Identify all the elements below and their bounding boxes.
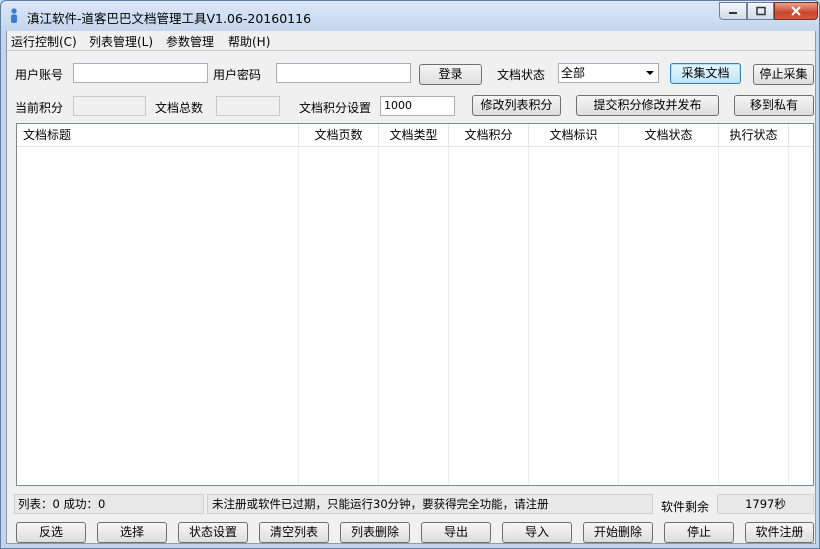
close-button[interactable] [774, 2, 818, 20]
column-doc-pages[interactable]: 文档页数 [299, 124, 379, 146]
total-docs-field [216, 96, 280, 116]
column-doc-status[interactable]: 文档状态 [619, 124, 719, 146]
register-software-button[interactable]: 软件注册 [745, 522, 814, 543]
column-divider [448, 146, 449, 485]
submit-publish-button[interactable]: 提交积分修改并发布 [576, 95, 719, 116]
points-setting-label: 文档积分设置 [299, 101, 372, 115]
menu-run-control[interactable]: 运行控制(C) [11, 33, 77, 50]
menu-help[interactable]: 帮助(H) [228, 33, 270, 50]
move-private-button[interactable]: 移到私有 [734, 95, 814, 116]
login-button[interactable]: 登录 [419, 64, 482, 85]
menu-parameters[interactable]: 参数管理 [166, 33, 214, 50]
person-icon [11, 8, 17, 23]
points-setting-input[interactable]: 1000 [380, 96, 455, 116]
modify-points-button[interactable]: 修改列表积分 [472, 95, 561, 116]
column-doc-title[interactable]: 文档标题 [17, 124, 299, 146]
maximize-button[interactable] [747, 2, 774, 20]
column-divider [718, 146, 719, 485]
close-icon [791, 6, 801, 16]
menu-list-management[interactable]: 列表管理(L) [89, 33, 153, 50]
column-doc-id[interactable]: 文档标识 [529, 124, 619, 146]
column-divider [378, 146, 379, 485]
column-divider [298, 146, 299, 485]
invert-selection-button[interactable]: 反选 [16, 522, 86, 543]
stop-collect-button[interactable]: 停止采集 [753, 64, 814, 85]
registration-message: 未注册或软件已过期，只能运行30分钟，要获得完全功能，请注册 [207, 494, 653, 514]
start-delete-button[interactable]: 开始删除 [583, 522, 653, 543]
column-doc-type[interactable]: 文档类型 [379, 124, 449, 146]
stop-button[interactable]: 停止 [664, 522, 734, 543]
export-button[interactable]: 导出 [421, 522, 491, 543]
minimize-icon [729, 12, 737, 14]
column-doc-points[interactable]: 文档积分 [449, 124, 529, 146]
menu-bar: 运行控制(C) 列表管理(L) 参数管理 帮助(H) [7, 31, 815, 51]
doc-status-value: 全部 [561, 66, 586, 80]
points-field [73, 96, 146, 116]
doc-status-label: 文档状态 [497, 68, 546, 82]
clear-list-button[interactable]: 清空列表 [259, 522, 329, 543]
username-input[interactable] [73, 63, 208, 83]
document-list[interactable]: 文档标题 文档页数 文档类型 文档积分 文档标识 文档状态 执行状态 [16, 123, 814, 486]
column-divider [788, 146, 789, 485]
username-label: 用户账号 [15, 68, 64, 82]
column-divider [618, 146, 619, 485]
doc-status-select[interactable]: 全部 [558, 63, 659, 83]
client-area: 运行控制(C) 列表管理(L) 参数管理 帮助(H) 用户账号 用户密码 登录 … [6, 31, 816, 544]
remaining-label: 软件剩余 [661, 500, 710, 514]
password-input[interactable] [276, 63, 411, 83]
minimize-button[interactable] [719, 2, 747, 20]
column-exec-status[interactable]: 执行状态 [719, 124, 789, 146]
remaining-time: 1797秒 [717, 494, 814, 514]
window-title: 滇江软件-道客巴巴文档管理工具V1.06-20160116 [27, 11, 312, 26]
app-window: 滇江软件-道客巴巴文档管理工具V1.06-20160116 运行控制(C) 列表… [0, 0, 820, 549]
import-button[interactable]: 导入 [502, 522, 572, 543]
total-docs-label: 文档总数 [155, 101, 204, 115]
column-divider [528, 146, 529, 485]
maximize-icon [755, 6, 766, 16]
select-button[interactable]: 选择 [97, 522, 167, 543]
password-label: 用户密码 [213, 68, 262, 82]
list-delete-button[interactable]: 列表删除 [340, 522, 410, 543]
points-label: 当前积分 [15, 101, 64, 115]
title-bar[interactable]: 滇江软件-道客巴巴文档管理工具V1.06-20160116 [1, 1, 819, 31]
collect-docs-button[interactable]: 采集文档 [670, 63, 741, 84]
chevron-down-icon [646, 71, 654, 75]
status-settings-button[interactable]: 状态设置 [178, 522, 248, 543]
list-summary-status: 列表：0 成功：0 [14, 494, 204, 514]
list-header: 文档标题 文档页数 文档类型 文档积分 文档标识 文档状态 执行状态 [17, 124, 813, 147]
